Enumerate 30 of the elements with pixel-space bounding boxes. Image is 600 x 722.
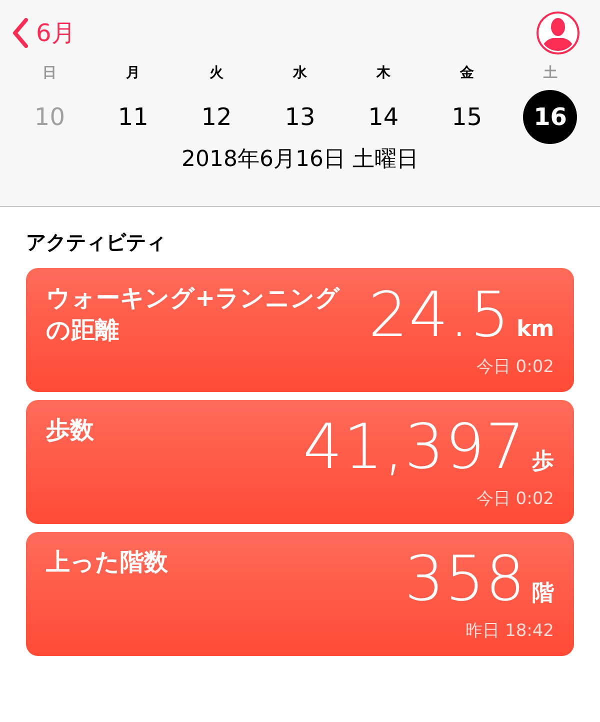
weekday-label: 火 — [210, 64, 224, 83]
chevron-left-icon — [12, 18, 28, 48]
selected-date: 2018年6月16日 土曜日 — [180, 146, 420, 174]
timestamp: 今日 0:02 — [476, 488, 554, 510]
weekday-label: 木 — [376, 64, 390, 83]
metric-unit: 階 — [532, 580, 554, 608]
metric-value: 24.5 — [368, 280, 510, 350]
metric-unit: km — [516, 317, 554, 342]
timestamp: 昨日 18:42 — [466, 620, 554, 642]
profile-icon[interactable] — [536, 11, 580, 55]
card-title: 上った階数 — [46, 547, 169, 578]
section-title: アクティビティ — [26, 229, 167, 256]
calendar-day[interactable]: 14 — [356, 90, 410, 144]
calendar-day[interactable]: 11 — [106, 90, 160, 144]
timestamp: 今日 0:02 — [476, 356, 554, 378]
weekday-label: 月 — [126, 64, 140, 83]
card-title: 歩数 — [46, 415, 95, 446]
calendar-day[interactable]: 12 — [190, 90, 244, 144]
metric-unit: 歩 — [532, 448, 554, 476]
calendar-day[interactable]: 15 — [440, 90, 494, 144]
weekday-label: 土 — [543, 64, 558, 83]
metric-value: 41,397 — [303, 412, 526, 482]
back-button[interactable]: 6月 — [12, 17, 76, 49]
weekday-label: 日 — [42, 64, 57, 83]
card-title: ウォーキング+ランニングの距離 — [46, 283, 342, 346]
metric-value: 358 — [404, 544, 526, 614]
calendar-day[interactable]: 16 — [523, 90, 578, 144]
calendar-day[interactable]: 13 — [272, 90, 327, 144]
weekday-label: 水 — [292, 64, 307, 83]
weekday-label: 金 — [460, 64, 474, 83]
